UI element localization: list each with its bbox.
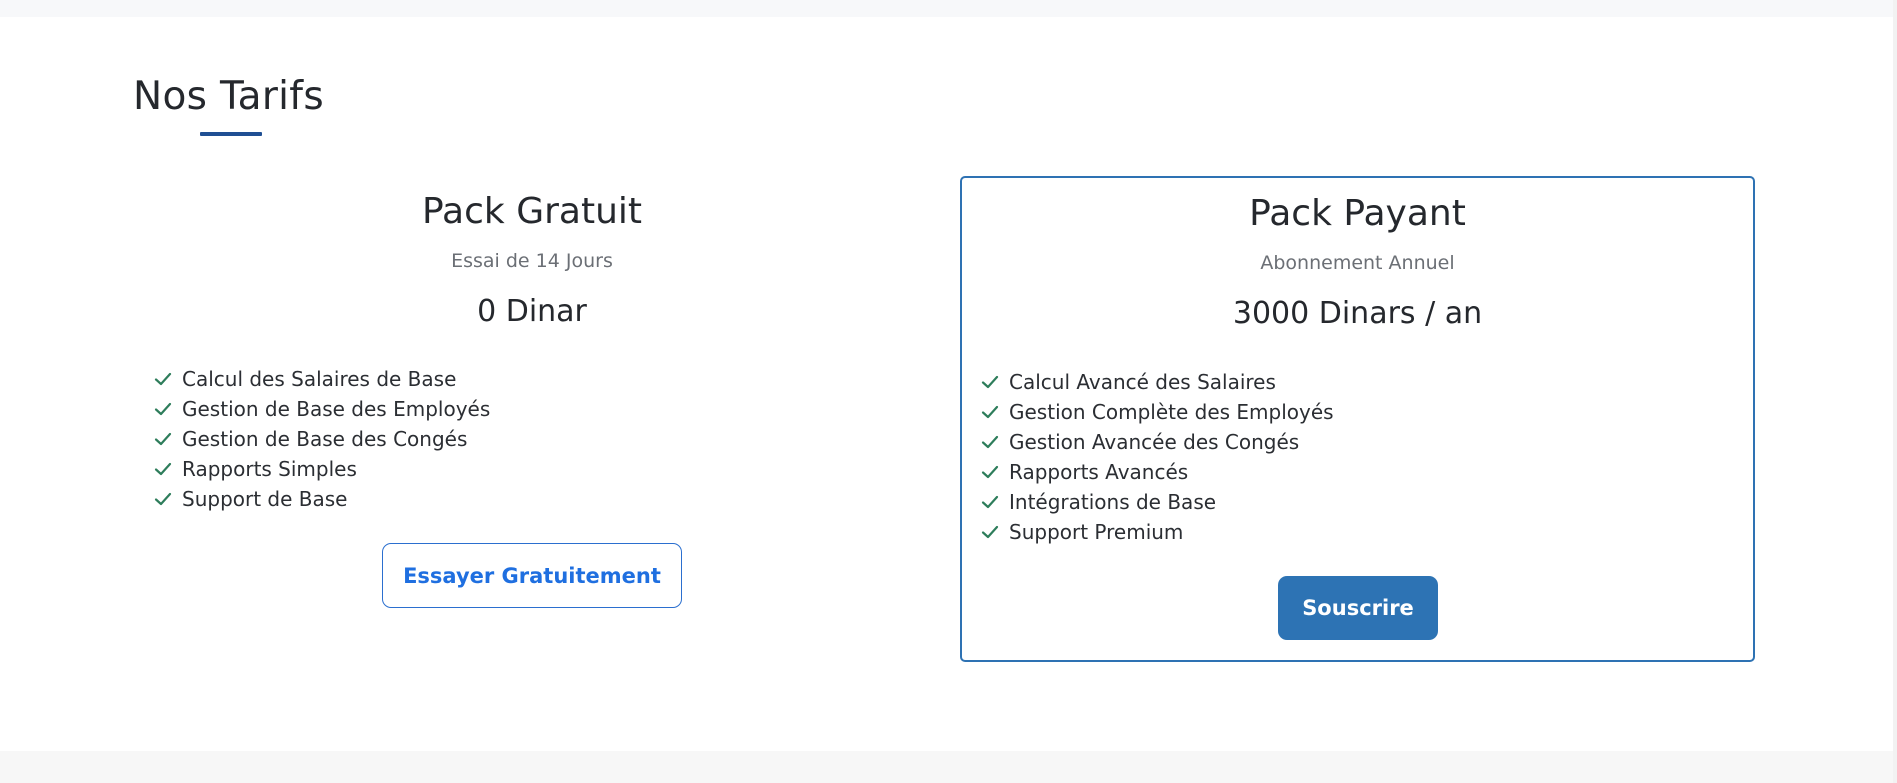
feature-item: Intégrations de Base	[980, 487, 1334, 517]
feature-label: Support Premium	[1009, 520, 1184, 544]
pricing-card-paid: Pack Payant Abonnement Annuel 3000 Dinar…	[960, 176, 1755, 662]
feature-label: Gestion Avancée des Congés	[1009, 430, 1300, 454]
plan-subtitle: Abonnement Annuel	[1260, 252, 1455, 274]
feature-item: Gestion Complète des Employés	[980, 397, 1334, 427]
scrollbar[interactable]	[1893, 0, 1897, 783]
feature-item: Gestion de Base des Congés	[153, 424, 490, 454]
feature-label: Calcul des Salaires de Base	[182, 367, 457, 391]
check-icon	[981, 495, 999, 509]
check-icon	[981, 435, 999, 449]
check-icon	[981, 525, 999, 539]
subscribe-button[interactable]: Souscrire	[1278, 576, 1438, 640]
feature-item: Rapports Avancés	[980, 457, 1334, 487]
check-icon	[981, 465, 999, 479]
try-free-button[interactable]: Essayer Gratuitement	[382, 543, 682, 608]
plan-price: 3000 Dinars / an	[1232, 296, 1483, 331]
feature-label: Gestion de Base des Congés	[182, 427, 468, 451]
feature-item: Gestion de Base des Employés	[153, 394, 490, 424]
feature-item: Calcul Avancé des Salaires	[980, 367, 1334, 397]
feature-item: Calcul des Salaires de Base	[153, 364, 490, 394]
feature-list: Calcul Avancé des Salaires Gestion Compl…	[980, 367, 1334, 547]
check-icon	[981, 375, 999, 389]
check-icon	[154, 492, 172, 506]
feature-label: Gestion de Base des Employés	[182, 397, 491, 421]
check-icon	[154, 402, 172, 416]
top-strip	[0, 0, 1897, 17]
pricing-card-free: Pack Gratuit Essai de 14 Jours 0 Dinar C…	[133, 176, 931, 660]
title-underline	[200, 132, 262, 136]
feature-item: Support Premium	[980, 517, 1334, 547]
feature-item: Support de Base	[153, 484, 490, 514]
check-icon	[154, 462, 172, 476]
bottom-strip	[0, 751, 1897, 783]
plan-name: Pack Gratuit	[421, 191, 643, 232]
feature-label: Gestion Complète des Employés	[1009, 400, 1334, 424]
feature-list: Calcul des Salaires de Base Gestion de B…	[153, 364, 490, 514]
section-title: Nos Tarifs	[133, 74, 324, 119]
check-icon	[154, 372, 172, 386]
feature-label: Rapports Simples	[182, 457, 357, 481]
check-icon	[154, 432, 172, 446]
feature-label: Intégrations de Base	[1009, 490, 1217, 514]
feature-label: Support de Base	[182, 487, 348, 511]
feature-item: Gestion Avancée des Congés	[980, 427, 1334, 457]
plan-subtitle: Essai de 14 Jours	[451, 250, 613, 272]
check-icon	[981, 405, 999, 419]
feature-label: Calcul Avancé des Salaires	[1009, 370, 1276, 394]
feature-label: Rapports Avancés	[1009, 460, 1189, 484]
plan-name: Pack Payant	[1249, 193, 1466, 234]
plan-price: 0 Dinar	[477, 294, 587, 329]
feature-item: Rapports Simples	[153, 454, 490, 484]
